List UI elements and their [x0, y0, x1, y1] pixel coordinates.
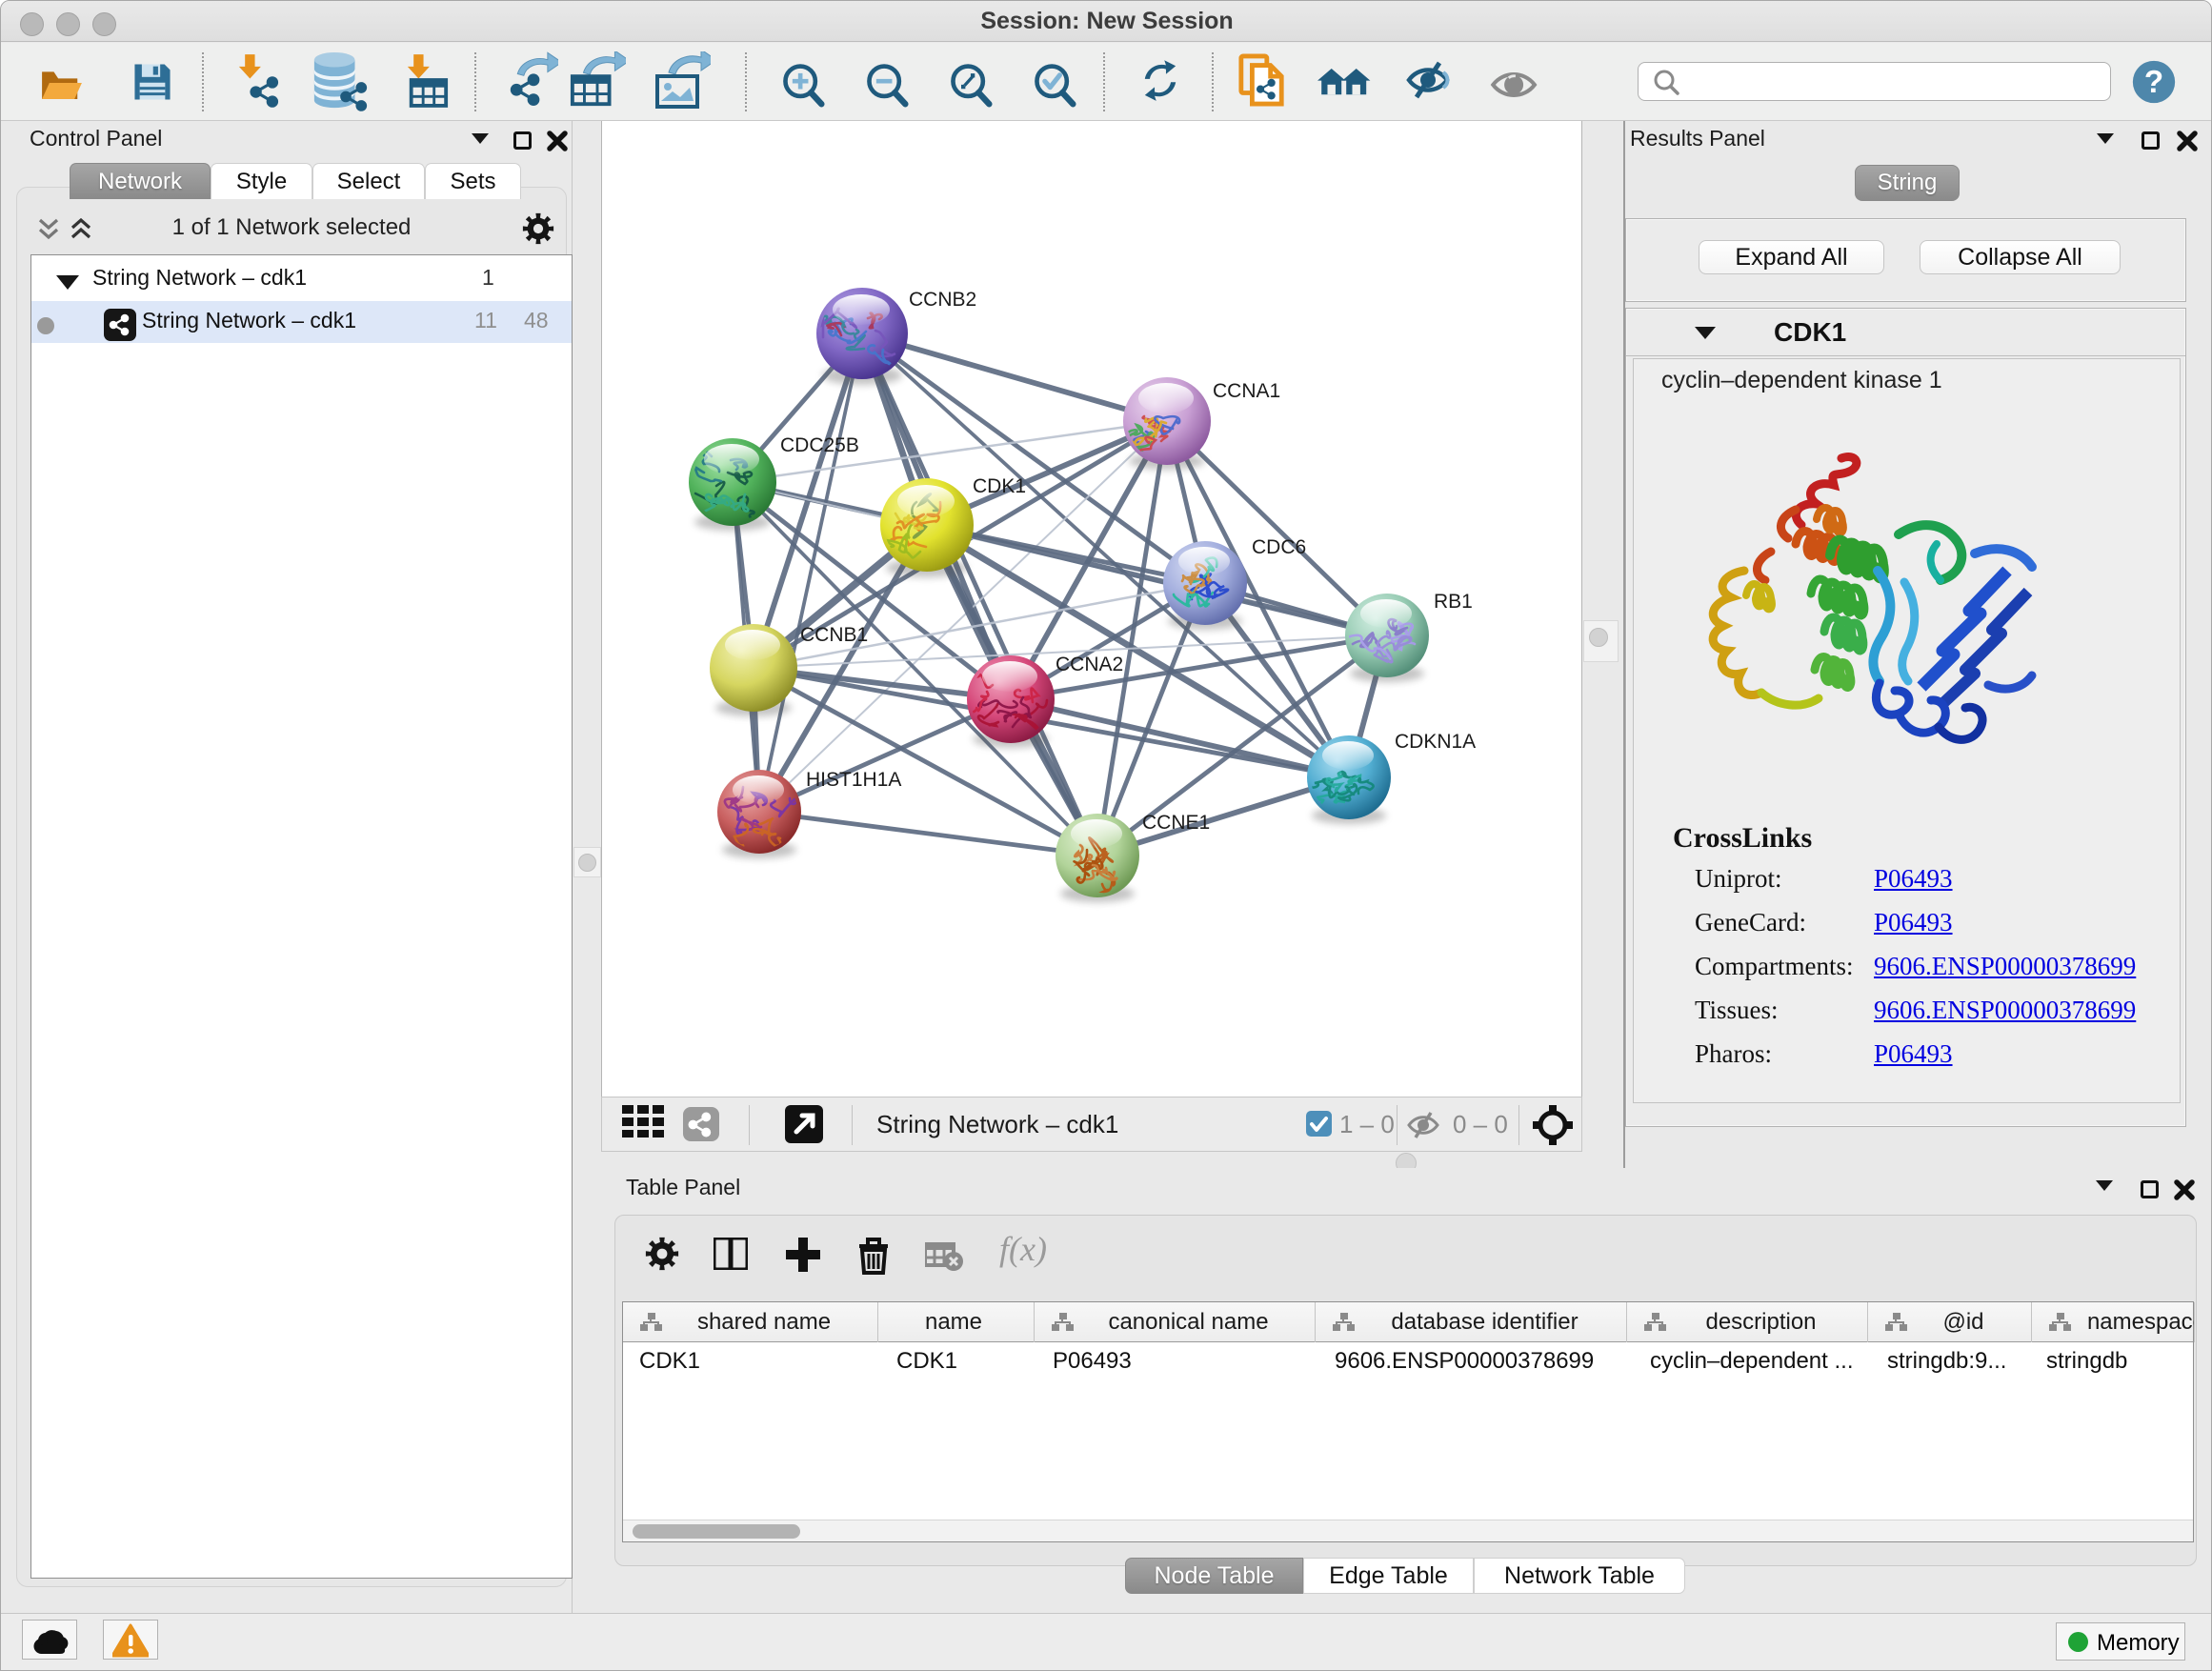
svg-text:CCNB1: CCNB1: [800, 624, 868, 646]
svg-text:CDC6: CDC6: [1252, 536, 1306, 558]
svg-text:CDC25B: CDC25B: [780, 434, 859, 456]
svg-text:CCNA1: CCNA1: [1213, 380, 1280, 402]
svg-text:CDKN1A: CDKN1A: [1395, 731, 1476, 753]
svg-text:?: ?: [2144, 65, 2163, 100]
svg-text:CDK1: CDK1: [973, 475, 1026, 497]
svg-text:CCNA2: CCNA2: [1056, 654, 1123, 675]
svg-text:CCNE1: CCNE1: [1142, 812, 1210, 834]
svg-text:CCNB2: CCNB2: [909, 289, 976, 311]
svg-text:HIST1H1A: HIST1H1A: [806, 769, 901, 791]
svg-text:RB1: RB1: [1434, 591, 1473, 613]
